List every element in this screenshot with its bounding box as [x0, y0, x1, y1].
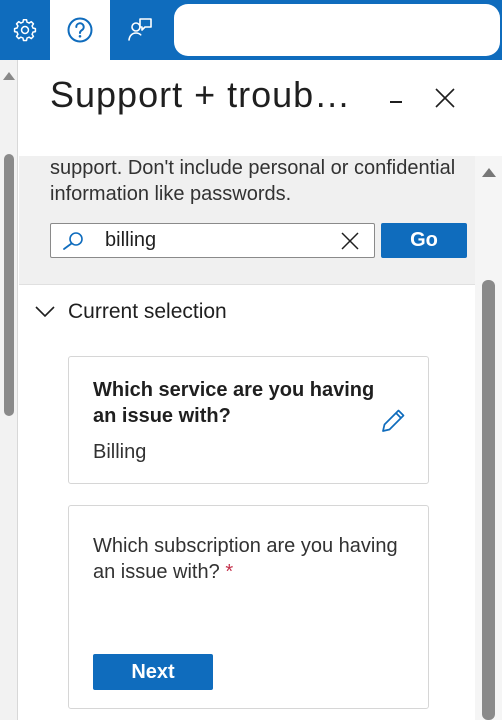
- next-button[interactable]: Next: [93, 654, 213, 690]
- minimize-button[interactable]: [377, 78, 417, 118]
- current-selection-toggle[interactable]: Current selection: [34, 298, 227, 326]
- divider: [19, 284, 475, 285]
- close-button[interactable]: [425, 78, 465, 118]
- close-icon: [435, 88, 455, 108]
- question-label: Which subscription are you having an iss…: [93, 535, 398, 583]
- top-bar: [0, 0, 502, 60]
- chevron-down-icon: [35, 306, 55, 318]
- panel-header: Support + troub…: [19, 60, 502, 156]
- help-button[interactable]: [50, 0, 110, 60]
- question-text: Which service are you having an issue wi…: [93, 379, 375, 427]
- scrollbar-thumb[interactable]: [482, 280, 495, 720]
- clear-icon[interactable]: [339, 230, 361, 252]
- settings-button[interactable]: [0, 0, 50, 60]
- page-scrollbar[interactable]: [0, 60, 18, 720]
- search-input[interactable]: billing: [50, 223, 375, 258]
- required-marker: *: [225, 561, 234, 583]
- section-title: Current selection: [68, 300, 227, 323]
- question-text: Which subscription are you having an iss…: [93, 533, 403, 585]
- scroll-up-icon[interactable]: [482, 168, 496, 177]
- help-icon: [67, 17, 93, 43]
- search-value[interactable]: billing: [105, 229, 156, 252]
- question-card: Which subscription are you having an iss…: [68, 505, 429, 709]
- answer-text: Billing: [93, 441, 147, 463]
- search-icon: [63, 232, 83, 250]
- account-area[interactable]: [174, 4, 500, 56]
- panel-scrollbar[interactable]: [475, 156, 502, 720]
- gear-icon: [13, 18, 37, 42]
- question-card: Which service are you having an issue wi…: [68, 356, 429, 484]
- panel-title: Support + troub…: [50, 74, 352, 115]
- search-section: support. Don't include personal or confi…: [19, 156, 475, 284]
- scrollbar-thumb[interactable]: [4, 154, 14, 416]
- go-button[interactable]: Go: [381, 223, 467, 258]
- scroll-up-icon[interactable]: [3, 72, 15, 80]
- feedback-icon: [128, 18, 152, 41]
- pencil-icon[interactable]: [379, 407, 407, 435]
- feedback-button[interactable]: [110, 0, 170, 60]
- info-text: support. Don't include personal or confi…: [50, 157, 456, 205]
- minimize-icon: [390, 101, 402, 103]
